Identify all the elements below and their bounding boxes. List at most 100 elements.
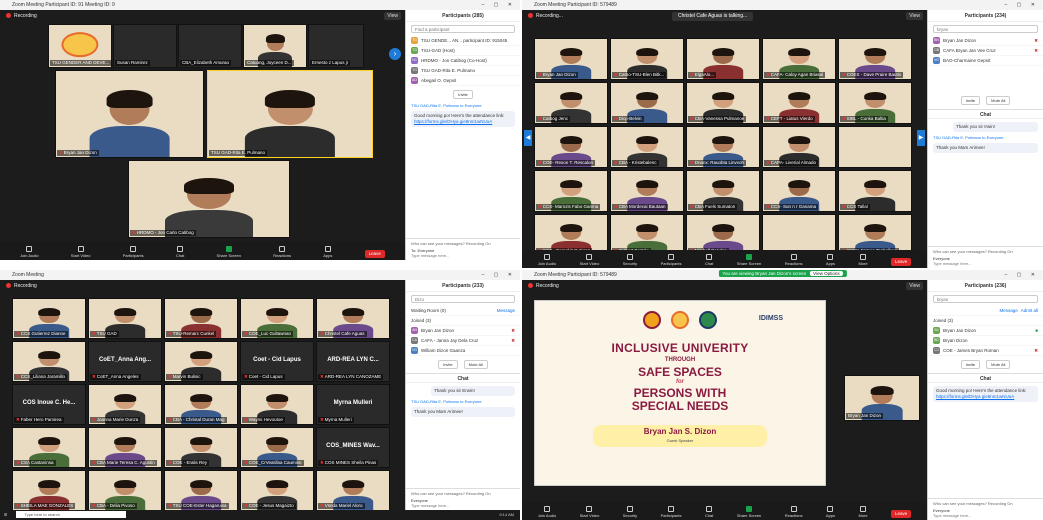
video-tile[interactable]: Susan Ramirez bbox=[113, 24, 177, 68]
participant-row[interactable]: TG TSU-GAD (Host) bbox=[406, 46, 520, 56]
video-tile[interactable]: ✖Joanna Marie Dunza bbox=[88, 384, 162, 425]
video-tile[interactable]: ✖TSU GAD bbox=[88, 298, 162, 339]
video-tile[interactable]: COS_MINES Wav... ✖COS MINES Sheila Pinas bbox=[316, 427, 390, 468]
video-tile[interactable]: ✖COE - Eralis Rey bbox=[164, 427, 238, 468]
participant-row[interactable]: CJ COE - James Bryan Roman ✖ bbox=[928, 346, 1043, 356]
video-tile[interactable]: ✖Bryan Jan Dizon bbox=[55, 70, 204, 158]
participant-row[interactable]: TG TSU GAD-Rita E. Pulmano bbox=[406, 66, 520, 76]
chat-button[interactable]: Chat bbox=[705, 254, 713, 266]
view-options-button[interactable]: View Options bbox=[810, 271, 843, 276]
video-tile[interactable]: COS Inoue C. He... ✖Faber Hero Pamirea bbox=[12, 384, 86, 425]
view-button[interactable]: View bbox=[384, 12, 401, 20]
mute-all-button[interactable]: Mute All bbox=[463, 360, 488, 369]
video-tile[interactable]: CoET_Anna Ang... ✖CoET_Anna Angeles bbox=[88, 341, 162, 382]
share-screen-button[interactable]: Share Screen bbox=[737, 506, 761, 518]
video-tile[interactable]: Bryan Jan Dizon bbox=[844, 375, 920, 421]
invite-button[interactable]: Invite bbox=[960, 360, 981, 369]
participant-search-input[interactable]: Dizo bbox=[411, 295, 515, 303]
participant-row[interactable]: VG BAO-Charmaine Gepsit bbox=[928, 56, 1043, 66]
video-tile[interactable]: Coet - Cid Lapus ✖Coet - Cid Lapus bbox=[240, 341, 314, 382]
video-tile[interactable]: ✖SHEILA MAE GONZALES bbox=[12, 470, 86, 511]
video-tile[interactable]: ✖Dnanx: Rauobta Linvvoh bbox=[686, 126, 760, 168]
video-tile[interactable]: ✖CCS- Maricris Fabo Ganma bbox=[534, 170, 608, 212]
video-tile[interactable]: ✖CBA - Kristebalenc bbox=[610, 126, 684, 168]
participant-search-input[interactable]: bryan bbox=[933, 25, 1038, 33]
video-tile[interactable]: ✖CBA-Vanessa Pulmanoe bbox=[686, 82, 760, 124]
chat-message-input[interactable]: Type message here... bbox=[411, 503, 515, 508]
leave-button[interactable]: Leave bbox=[891, 258, 912, 266]
apps-button[interactable]: Apps bbox=[826, 254, 835, 266]
start-video-button[interactable]: Start Video bbox=[580, 506, 599, 518]
video-tile[interactable]: ✖CAFA- Caloy Agan Briasal bbox=[762, 38, 836, 80]
attendance-link[interactable]: https://forms.gle/DHya gie8nm1wNUuA bbox=[936, 394, 1014, 399]
join-audio-button[interactable]: Join Audio bbox=[20, 246, 39, 258]
reactions-button[interactable]: Reactions bbox=[785, 254, 803, 266]
more-button[interactable]: More bbox=[858, 506, 868, 518]
window-controls[interactable]: – ▢ ✕ bbox=[1005, 0, 1039, 10]
video-tile[interactable]: ✖Vsnda Mariel Aloro bbox=[316, 470, 390, 511]
attendance-link[interactable]: https://forms.gle/DHya gie8nm1wNUuA bbox=[414, 119, 492, 124]
previous-page-icon[interactable]: ◀ bbox=[524, 130, 532, 146]
video-tile[interactable]: ✖CBA Mordecai Bautaan bbox=[610, 170, 684, 212]
video-tile[interactable]: ✖CBA Marie Teresa C. Agustin bbox=[88, 427, 162, 468]
participant-search-input[interactable]: bryan bbox=[933, 295, 1038, 303]
security-button[interactable]: Security bbox=[623, 506, 637, 518]
video-tile[interactable]: ✖Bryan Jan Dizon bbox=[534, 38, 608, 80]
participant-row[interactable]: CA CAFA - Janna Jay Dela Cruz ✖ bbox=[406, 336, 520, 346]
share-screen-button[interactable]: Share Screen bbox=[737, 254, 761, 266]
video-tile[interactable]: ✖Catbog Jenc bbox=[534, 82, 608, 124]
message-button[interactable]: Message bbox=[497, 308, 515, 313]
windows-start-icon[interactable]: ⊞ bbox=[4, 512, 7, 517]
participants-button[interactable]: Participants bbox=[661, 506, 682, 518]
window-controls[interactable]: – ▢ ✕ bbox=[482, 270, 516, 280]
apps-button[interactable]: Apps bbox=[826, 506, 835, 518]
participants-button[interactable]: Participants bbox=[661, 254, 682, 266]
video-tile[interactable]: ✖Catbo-TSU-Blen Bitk... bbox=[610, 38, 684, 80]
video-tile[interactable]: Ernesto z Lapus jr bbox=[308, 24, 364, 68]
participants-button[interactable]: Participants bbox=[123, 246, 144, 258]
video-tile[interactable]: ✖CBA - Delia Pivoso bbox=[88, 470, 162, 511]
join-audio-button[interactable]: Join Audio bbox=[538, 506, 556, 518]
mute-all-button[interactable]: Mute All bbox=[986, 360, 1011, 369]
next-page-icon[interactable]: ▶ bbox=[917, 130, 925, 146]
next-page-icon[interactable]: › bbox=[389, 48, 401, 60]
video-tile[interactable]: Myrna Mulleri ✖Myrna Mulleri bbox=[316, 384, 390, 425]
view-button[interactable]: View bbox=[906, 282, 923, 290]
participant-search-input[interactable]: Find a participant bbox=[411, 25, 515, 33]
video-tile[interactable]: ✖TSU COE-Ester Hagaruisa bbox=[164, 470, 238, 511]
start-video-button[interactable]: Start Video bbox=[71, 246, 91, 258]
video-tile[interactable]: ✖CCS_Liliana Jaramillo bbox=[12, 341, 86, 382]
leave-button[interactable]: Leave bbox=[891, 510, 912, 518]
chat-button[interactable]: Chat bbox=[176, 246, 184, 258]
video-tile[interactable]: ✖CCS Gutierrez Dianne bbox=[12, 298, 86, 339]
participant-row[interactable]: TG TSU GENDE... AN... participant ID: 915… bbox=[406, 36, 520, 46]
video-tile[interactable]: Catuang, Joyceen D... bbox=[243, 24, 307, 68]
share-screen-button[interactable]: Share Screen bbox=[217, 246, 241, 258]
video-tile[interactable]: ✖CBA Fuels Sumaton bbox=[686, 170, 760, 212]
leave-button[interactable]: Leave bbox=[364, 250, 385, 258]
video-tile[interactable]: ✖COE- Rexon T. Rescalon bbox=[534, 126, 608, 168]
admit-all-button[interactable]: Admit all bbox=[1021, 308, 1038, 313]
message-button[interactable]: Message bbox=[999, 308, 1017, 313]
chat-message-input[interactable]: Type message here... bbox=[933, 513, 1038, 518]
security-button[interactable]: Security bbox=[623, 254, 637, 266]
participant-row[interactable]: AO Abegail O. Gepsit bbox=[406, 76, 520, 86]
video-tile[interactable]: ✖SIBL - Cunka Baltia bbox=[838, 82, 912, 124]
mute-all-button[interactable]: Mute All bbox=[986, 96, 1011, 105]
video-tile[interactable]: ✖COE - Jesus Magaizto bbox=[240, 470, 314, 511]
video-tile[interactable]: ✖Dicp-Belvin bbox=[610, 82, 684, 124]
invite-button[interactable]: Invite bbox=[438, 360, 458, 369]
chat-message-input[interactable]: Type message here... bbox=[933, 261, 1038, 266]
video-tile[interactable]: ✖CEFT - Liatus Vierdo bbox=[762, 82, 836, 124]
video-tile[interactable]: ✖TSU-Remarc Cunkel bbox=[164, 298, 238, 339]
video-tile[interactable]: ✖Marvin Bulisic bbox=[164, 341, 238, 382]
invite-button[interactable]: Invite bbox=[453, 90, 473, 99]
video-tile[interactable]: ✖Waymi Hevoutoe bbox=[240, 384, 314, 425]
video-tile[interactable]: ARD-REA LYN C... ✖ARD-REA LYN CANOZAME bbox=[316, 341, 390, 382]
participant-row[interactable]: AN Bryan Jan Dizon ✖ bbox=[406, 326, 520, 336]
video-tile[interactable]: ✖CBA - Christal Duran Mag bbox=[164, 384, 238, 425]
video-tile[interactable]: CBA_Elizabeth Amurao bbox=[178, 24, 242, 68]
video-tile[interactable]: ✖CSA Castaninsa bbox=[12, 427, 86, 468]
participant-row[interactable]: BN Bryan Jan Dizon ✖ bbox=[928, 36, 1043, 46]
video-tile[interactable]: ✖COES - Dave Praire Bautis bbox=[838, 38, 912, 80]
